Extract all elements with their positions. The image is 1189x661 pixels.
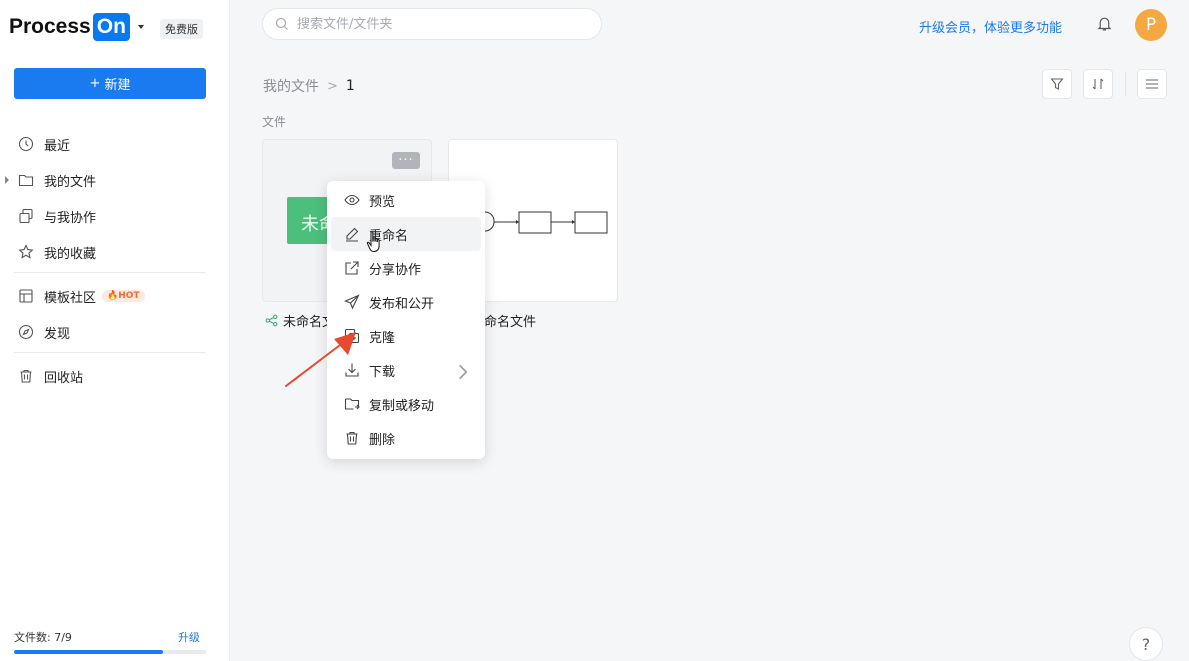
plan-badge: 免费版: [160, 19, 203, 39]
star-icon: [18, 244, 34, 259]
menu-item-label: 下载: [369, 364, 396, 380]
menu-item-download[interactable]: 下载: [331, 353, 481, 387]
search-icon: [275, 17, 288, 30]
file-count-progress: [14, 650, 206, 654]
folder-icon: [18, 174, 34, 187]
search-input[interactable]: [297, 16, 587, 32]
sort-button[interactable]: [1083, 69, 1113, 99]
breadcrumb-current: 1: [345, 78, 355, 94]
sidebar-item-label: 发现: [44, 326, 71, 342]
sidebar-item-label: 与我协作: [44, 210, 97, 226]
menu-item-label: 克隆: [369, 330, 396, 346]
sidebar-item-my-files[interactable]: 我的文件: [0, 165, 229, 195]
menu-item-preview[interactable]: 预览: [331, 183, 481, 217]
chevron-down-icon[interactable]: [137, 25, 144, 29]
breadcrumb: 我的文件 > 1: [263, 76, 355, 96]
sidebar-item-label: 最近: [44, 138, 71, 154]
filter-button[interactable]: [1042, 69, 1072, 99]
menu-item-delete[interactable]: 删除: [331, 421, 481, 455]
sidebar-item-templates[interactable]: 模板社区 🔥HOT: [0, 281, 229, 311]
pencil-icon: [346, 227, 359, 242]
menu-item-publish[interactable]: 发布和公开: [331, 285, 481, 319]
move-icon: [344, 398, 360, 410]
menu-item-label: 复制或移动: [369, 398, 435, 414]
menu-item-clone[interactable]: 克隆: [331, 319, 481, 353]
share-icon: [265, 314, 278, 327]
sidebar-item-discover[interactable]: 发现: [0, 317, 229, 347]
sidebar-item-favorites[interactable]: 我的收藏: [0, 237, 229, 267]
menu-item-label: 删除: [369, 432, 396, 448]
sidebar-item-label: 回收站: [44, 370, 84, 386]
sidebar-item-recent[interactable]: 最近: [0, 129, 229, 159]
menu-item-label: 重命名: [369, 228, 409, 244]
menu-item-rename[interactable]: 重命名: [331, 217, 481, 251]
search-bar[interactable]: [262, 8, 602, 40]
upgrade-link[interactable]: 升级: [178, 629, 200, 645]
trash-icon: [20, 369, 32, 383]
sidebar: Process On 免费版 + 新建 最近 我的文件 与我协作 我的收藏 模板…: [0, 0, 230, 661]
toolbar-divider: [1125, 72, 1126, 96]
new-button-label: 新建: [104, 78, 131, 93]
file-name[interactable]: 命名文件: [484, 311, 536, 330]
menu-item-label: 分享协作: [369, 262, 422, 278]
avatar[interactable]: P: [1135, 9, 1167, 41]
filter-icon: [1050, 78, 1064, 90]
sort-icon: [1092, 78, 1104, 90]
menu-item-copy-move[interactable]: 复制或移动: [331, 387, 481, 421]
collaborate-icon: [19, 208, 33, 224]
list-view-button[interactable]: [1137, 69, 1167, 99]
file-name[interactable]: 未命名文: [265, 311, 335, 330]
divider: [14, 272, 206, 273]
more-options-button[interactable]: ···: [392, 152, 420, 169]
progress-fill: [14, 650, 164, 654]
menu-item-label: 发布和公开: [369, 296, 435, 312]
breadcrumb-root[interactable]: 我的文件: [263, 76, 319, 96]
sidebar-item-collaborate[interactable]: 与我协作: [0, 201, 229, 231]
sidebar-item-label: 我的收藏: [44, 246, 97, 262]
sidebar-item-trash[interactable]: 回收站: [0, 361, 229, 391]
section-label: 文件: [262, 115, 287, 129]
context-menu: 预览 重命名 分享协作 发布和公开 克隆 下载 复制或移动 删除: [327, 181, 485, 459]
eye-icon: [344, 194, 360, 206]
compass-icon: [18, 324, 34, 340]
download-icon: [345, 363, 359, 377]
logo-text: Process: [9, 15, 91, 38]
app-logo[interactable]: Process On: [9, 12, 144, 42]
help-button[interactable]: ?: [1129, 627, 1163, 661]
divider: [14, 352, 206, 353]
share-out-icon: [345, 261, 359, 275]
sidebar-item-label: 我的文件: [44, 174, 97, 190]
logo-highlight: On: [92, 13, 130, 41]
new-button[interactable]: + 新建: [14, 68, 206, 99]
sidebar-item-label: 模板社区: [44, 290, 97, 306]
hot-badge: 🔥HOT: [102, 290, 145, 302]
delete-icon: [346, 431, 358, 445]
clone-icon: [344, 328, 360, 344]
list-view-icon: [1146, 79, 1158, 89]
expand-arrow-icon[interactable]: [5, 176, 9, 184]
plus-icon: +: [89, 76, 101, 91]
file-name-label: 命名文件: [484, 315, 537, 330]
template-icon: [19, 289, 33, 303]
send-icon: [344, 294, 360, 310]
menu-item-share[interactable]: 分享协作: [331, 251, 481, 285]
chevron-right-icon: [459, 364, 468, 380]
upgrade-promo-link[interactable]: 升级会员，体验更多功能: [919, 17, 1062, 36]
menu-item-label: 预览: [369, 194, 396, 210]
breadcrumb-separator: >: [327, 78, 338, 94]
file-count: 文件数: 7/9: [14, 631, 72, 644]
clock-icon: [18, 136, 34, 152]
bell-icon[interactable]: [1096, 15, 1113, 32]
